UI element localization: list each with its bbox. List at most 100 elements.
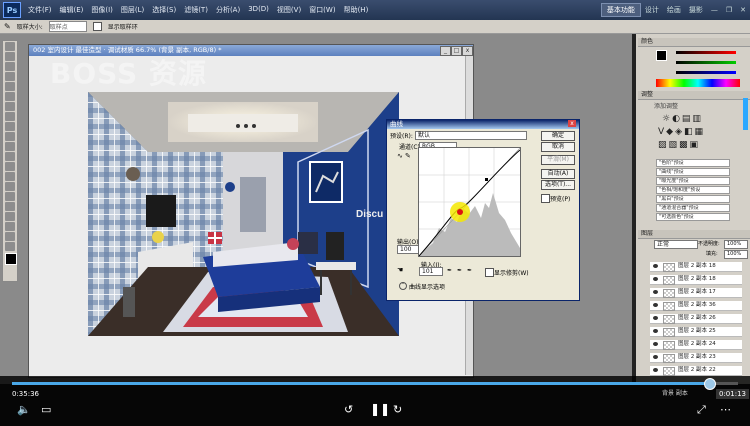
volume-icon[interactable]: 🔈 bbox=[17, 403, 31, 416]
layer-row[interactable]: 图层 2 副本 26 bbox=[650, 314, 742, 324]
doc-maximize-icon[interactable]: □ bbox=[451, 46, 462, 56]
hand-tool-icon[interactable] bbox=[5, 232, 15, 241]
foreground-color-swatch[interactable] bbox=[5, 253, 17, 265]
color-spectrum[interactable] bbox=[656, 79, 740, 87]
menu-item[interactable]: 编辑(E) bbox=[56, 5, 88, 15]
forward-icon[interactable]: ↻ bbox=[393, 403, 402, 416]
white-point-eyedropper-icon[interactable]: ✒ bbox=[467, 267, 472, 274]
menu-item[interactable]: 分析(A) bbox=[212, 5, 244, 15]
subtitles-icon[interactable]: ▭ bbox=[41, 403, 51, 416]
color-panel-tab[interactable]: 颜色 bbox=[638, 38, 750, 47]
eye-icon[interactable] bbox=[653, 368, 658, 372]
background-copy-layer[interactable]: 背景 副本 bbox=[662, 388, 688, 397]
menu-item[interactable]: 选择(S) bbox=[148, 5, 180, 15]
stamp-tool-icon[interactable] bbox=[5, 122, 15, 131]
curves-title[interactable]: 曲线 bbox=[387, 120, 579, 129]
cancel-button[interactable]: 取消 bbox=[541, 142, 575, 152]
layer-row[interactable]: 图层 2 副本 36 bbox=[650, 301, 742, 311]
color-foreground-swatch[interactable] bbox=[656, 50, 667, 61]
history-brush-tool-icon[interactable] bbox=[5, 132, 15, 141]
gradient-tool-icon[interactable] bbox=[5, 152, 15, 161]
move-tool-icon[interactable] bbox=[5, 42, 15, 51]
menu-item[interactable]: 帮助(H) bbox=[340, 5, 373, 15]
eyedropper-icon[interactable]: ✎ bbox=[4, 22, 11, 31]
menu-item[interactable]: 视图(V) bbox=[273, 5, 305, 15]
adjustments-panel-tab[interactable]: 调整 bbox=[638, 91, 750, 100]
crop-tool-icon[interactable] bbox=[5, 82, 15, 91]
layers-panel-tab[interactable]: 图层 bbox=[638, 230, 750, 239]
eye-icon[interactable] bbox=[653, 290, 658, 294]
eye-icon[interactable] bbox=[653, 355, 658, 359]
doc-minimize-icon[interactable]: _ bbox=[440, 46, 451, 56]
layer-row[interactable]: 图层 2 副本 22 bbox=[650, 366, 742, 376]
layer-row[interactable]: 图层 2 副本 24 bbox=[650, 340, 742, 350]
zoom-tool-icon[interactable] bbox=[5, 242, 15, 251]
preset-item[interactable]: "色相/饱和度"预设 bbox=[656, 186, 730, 194]
black-point-eyedropper-icon[interactable]: ✒ bbox=[447, 267, 452, 274]
blur-tool-icon[interactable] bbox=[5, 162, 15, 171]
pencil-icon[interactable]: ✎ bbox=[405, 152, 411, 160]
preset-item[interactable]: "可选颜色"预设 bbox=[656, 213, 730, 221]
heal-tool-icon[interactable] bbox=[5, 102, 15, 111]
path-select-tool-icon[interactable] bbox=[5, 202, 15, 211]
preset-item[interactable]: "曝光度"预设 bbox=[656, 177, 730, 185]
eye-icon[interactable] bbox=[653, 303, 658, 307]
expand-options-icon[interactable]: ˅ bbox=[399, 282, 407, 290]
layer-row[interactable]: 图层 2 副本 18 bbox=[650, 275, 742, 285]
blend-mode-select[interactable]: 正常 bbox=[654, 240, 698, 249]
eraser-tool-icon[interactable] bbox=[5, 142, 15, 151]
quick-select-tool-icon[interactable] bbox=[5, 72, 15, 81]
preset-item[interactable]: "色阶"预设 bbox=[656, 159, 730, 167]
sample-size-select[interactable]: 取样点 bbox=[48, 21, 87, 32]
3d-rotate-tool-icon[interactable] bbox=[5, 222, 15, 231]
layer-row[interactable]: 图层 2 副本 18 bbox=[650, 262, 742, 272]
restore-icon[interactable]: ❐ bbox=[722, 6, 736, 14]
shape-tool-icon[interactable] bbox=[5, 212, 15, 221]
lasso-tool-icon[interactable] bbox=[5, 62, 15, 71]
rewind-icon[interactable]: ↺ bbox=[344, 403, 353, 416]
menu-item[interactable]: 3D(D) bbox=[244, 5, 273, 15]
layer-row[interactable]: 图层 2 副本 17 bbox=[650, 288, 742, 298]
hand-adjust-icon[interactable]: ☚ bbox=[397, 266, 403, 274]
curve-edit-icon[interactable]: ∿ bbox=[397, 152, 403, 160]
smooth-button[interactable]: 平滑(M) bbox=[541, 155, 575, 165]
workspace-paint[interactable]: 绘画 bbox=[663, 5, 685, 15]
pause-icon[interactable]: ❚❚ bbox=[370, 402, 390, 416]
show-clipping-checkbox[interactable] bbox=[485, 268, 494, 277]
preview-checkbox[interactable] bbox=[541, 194, 550, 203]
brush-tool-icon[interactable] bbox=[5, 112, 15, 121]
workspace-design[interactable]: 设计 bbox=[641, 5, 663, 15]
output-field[interactable]: 100 bbox=[397, 245, 419, 254]
show-ring-checkbox[interactable] bbox=[92, 22, 102, 31]
curves-close-icon[interactable]: x bbox=[568, 120, 576, 127]
eye-icon[interactable] bbox=[653, 329, 658, 333]
minimize-icon[interactable]: — bbox=[707, 6, 722, 14]
marquee-tool-icon[interactable] bbox=[5, 52, 15, 61]
opacity-field[interactable]: 100% bbox=[724, 240, 748, 249]
curve-display-options[interactable]: 曲线显示选项 bbox=[409, 282, 445, 291]
curve-graph[interactable] bbox=[418, 147, 521, 257]
ok-button[interactable]: 确定 bbox=[541, 131, 575, 141]
preset-select[interactable]: 默认 bbox=[415, 131, 527, 140]
panel-scrollbar[interactable] bbox=[743, 98, 748, 130]
adjustment-icons[interactable]: ☼◐▤▥ bbox=[662, 114, 703, 124]
input-field[interactable]: 101 bbox=[419, 267, 443, 276]
layer-row[interactable]: 图层 2 副本 25 bbox=[650, 327, 742, 337]
workspace-button[interactable]: 基本功能 bbox=[600, 3, 641, 17]
workspace-photo[interactable]: 摄影 bbox=[685, 5, 707, 15]
preset-item[interactable]: "通道混合器"预设 bbox=[656, 204, 730, 212]
eye-icon[interactable] bbox=[653, 316, 658, 320]
preset-item[interactable]: "黑白"预设 bbox=[656, 195, 730, 203]
doc-close-icon[interactable]: x bbox=[462, 46, 473, 56]
gray-point-eyedropper-icon[interactable]: ✒ bbox=[457, 267, 462, 274]
menu-item[interactable]: 文件(F) bbox=[24, 5, 56, 15]
menu-item[interactable]: 图层(L) bbox=[117, 5, 148, 15]
dodge-tool-icon[interactable] bbox=[5, 172, 15, 181]
preset-item[interactable]: "曲线"预设 bbox=[656, 168, 730, 176]
options-button[interactable]: 选项(T)... bbox=[541, 180, 575, 190]
fill-field[interactable]: 100% bbox=[724, 250, 748, 259]
red-slider[interactable] bbox=[676, 51, 736, 54]
more-options-icon[interactable]: ⋯ bbox=[720, 403, 731, 416]
layer-row[interactable]: 图层 2 副本 23 bbox=[650, 353, 742, 363]
blue-slider[interactable] bbox=[676, 71, 736, 74]
